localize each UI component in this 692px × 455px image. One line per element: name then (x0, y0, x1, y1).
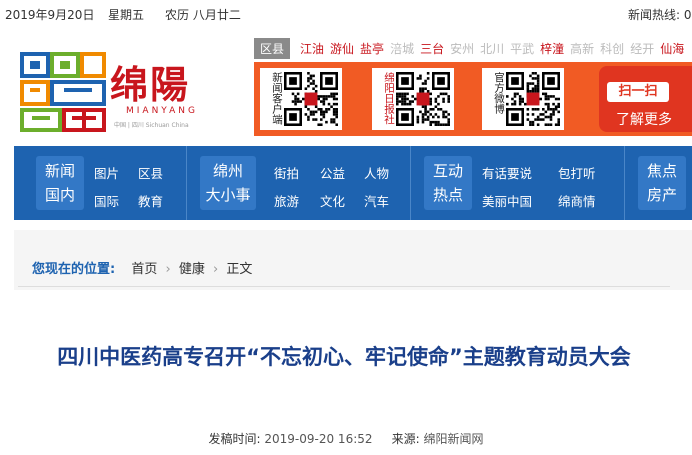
district-link[interactable]: 经开 (630, 42, 654, 56)
lunar-date: 农历 八月廿二 (165, 8, 241, 22)
district-link[interactable]: 高新 (570, 42, 594, 56)
logo-english: MIANYANG (126, 106, 198, 116)
nav-link-people[interactable]: 人物 (364, 163, 389, 182)
logo-chinese: 绵陽 (110, 62, 191, 107)
nav-box-line2: 大小事 (205, 186, 251, 204)
breadcrumb-here-label: 您现在的位置: (32, 262, 116, 277)
nav-box-line2: 国内 (44, 186, 75, 204)
district-link[interactable]: 三台 (420, 42, 444, 56)
district-link[interactable]: 安州 (450, 42, 474, 56)
publish-time-label: 发稿时间: (208, 432, 261, 446)
qr-label: 官方微博 (493, 72, 505, 114)
nav-box-line2: 热点 (432, 186, 463, 204)
weekday: 星期五 (108, 8, 145, 22)
nav-box-mianzhou[interactable]: 绵州 大小事 (200, 156, 256, 210)
source-label: 来源: (391, 432, 420, 446)
nav-link-auto[interactable]: 汽车 (364, 191, 389, 210)
nav-link-inquire[interactable]: 包打听 (558, 163, 596, 182)
nav-link-street-photo[interactable]: 街拍 (274, 163, 299, 182)
nav-link-charity[interactable]: 公益 (320, 163, 345, 182)
breadcrumb: 您现在的位置: 首页 › 健康 › 正文 (32, 258, 252, 277)
nav-link-culture[interactable]: 文化 (320, 191, 345, 210)
district-link[interactable]: 梓潼 (540, 42, 564, 56)
article-title: 四川中医药高专召开“不忘初心、牢记使命”主题教育动员大会 (57, 345, 631, 369)
qr-code-icon (506, 72, 560, 126)
district-link[interactable]: 涪城 (390, 42, 414, 56)
nav-divider (186, 146, 187, 220)
district-link[interactable]: 江油 (300, 42, 324, 56)
publish-time: 2019-09-20 16:52 (264, 432, 373, 446)
news-hotline: 新闻热线: 0816- (628, 8, 692, 22)
district-link[interactable]: 游仙 (330, 42, 354, 56)
district-link[interactable]: 科创 (600, 42, 624, 56)
nav-box-line2: 房产 (646, 186, 677, 204)
nav-link-international[interactable]: 国际 (94, 191, 119, 210)
logo-mark-icon (20, 52, 106, 132)
nav-box-line1: 互动 (432, 162, 463, 180)
learn-more-link[interactable]: 了解更多 (616, 109, 672, 129)
scan-label: 扫一扫 (607, 82, 669, 102)
nav-link-travel[interactable]: 旅游 (274, 191, 299, 210)
qr-group-weibo[interactable]: 官方微博 (482, 68, 564, 130)
qr-code-icon (396, 72, 450, 126)
nav-box-focus[interactable]: 焦点 房产 (638, 156, 686, 210)
nav-box-interact[interactable]: 互动 热点 (424, 156, 472, 210)
article-meta: 发稿时间: 2019-09-20 16:52 来源: 绵阳新闻网 (0, 430, 692, 447)
district-tag: 区县 (254, 37, 291, 59)
logo-subtitle: 中国 | 四川 Sichuan China (114, 122, 189, 129)
nav-box-line1: 新闻 (44, 162, 75, 180)
source-value: 绵阳新闻网 (423, 432, 484, 446)
breadcrumb-health[interactable]: 健康 (179, 262, 205, 277)
chevron-right-icon: › (213, 262, 219, 277)
top-bar: 2019年9月20日 星期五 农历 八月廿二 新闻热线: 0816- (0, 0, 692, 26)
qr-code-icon (284, 72, 338, 126)
nav-box-line1: 绵州 (212, 162, 243, 180)
nav-divider (624, 146, 625, 220)
nav-divider (410, 146, 411, 220)
breadcrumb-divider (18, 286, 670, 287)
district-link[interactable]: 北川 (480, 42, 504, 56)
nav-link-beautiful-china[interactable]: 美丽中国 (482, 191, 532, 210)
qr-banner: 新闻客户端 绵阳日报社 官方微博 扫一扫 了解更多 (254, 62, 692, 136)
district-link[interactable]: 平武 (510, 42, 534, 56)
nav-link-speak-up[interactable]: 有话要说 (482, 163, 532, 182)
nav-link-education[interactable]: 教育 (138, 191, 163, 210)
district-link[interactable]: 盐亭 (360, 42, 384, 56)
district-link[interactable]: 仙海 (660, 42, 684, 56)
breadcrumb-article: 正文 (226, 262, 253, 277)
breadcrumb-home[interactable]: 首页 (131, 262, 157, 277)
site-logo[interactable]: 绵陽 MIANYANG 中国 | 四川 Sichuan China (14, 48, 214, 134)
current-date: 2019年9月20日 (5, 8, 95, 22)
nav-link-photos[interactable]: 图片 (94, 163, 119, 182)
nav-link-business[interactable]: 绵商情 (558, 191, 596, 210)
qr-group-newspaper[interactable]: 绵阳日报社 (372, 68, 454, 130)
qr-label: 绵阳日报社 (383, 72, 395, 125)
qr-group-client[interactable]: 新闻客户端 (260, 68, 342, 130)
nav-link-district[interactable]: 区县 (138, 163, 163, 182)
district-bar: 区县 江油 游仙 盐亭 涪城 三台 安州 北川 平武 梓潼 高新 科创 经开 仙海 (254, 37, 690, 59)
chevron-right-icon: › (165, 262, 171, 277)
nav-box-line1: 焦点 (646, 162, 677, 180)
nav-box-news[interactable]: 新闻 国内 (36, 156, 84, 210)
main-nav: 新闻 国内 图片 区县 国际 教育 绵州 大小事 街拍 公益 人物 旅游 文化 … (14, 146, 692, 220)
breadcrumb-area: 您现在的位置: 首页 › 健康 › 正文 (14, 230, 692, 290)
qr-label: 新闻客户端 (271, 72, 283, 125)
